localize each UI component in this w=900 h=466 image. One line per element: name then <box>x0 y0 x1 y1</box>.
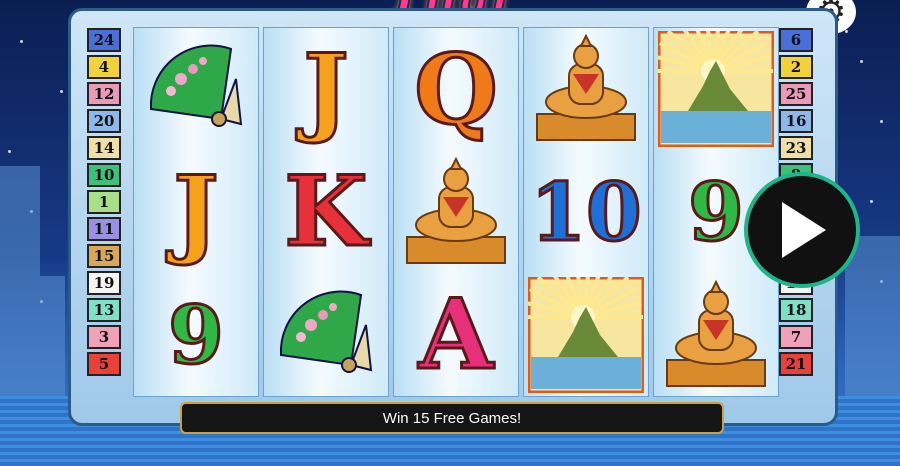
payline-badge-right-10[interactable]: 18 <box>779 298 813 322</box>
payline-badge-left-10[interactable]: 13 <box>87 298 121 322</box>
payline-badge-right-4[interactable]: 23 <box>779 136 813 160</box>
letter-symbol: K <box>268 154 384 270</box>
symbol-label: 9 <box>167 286 226 383</box>
payline-badge-right-0[interactable]: 6 <box>779 28 813 52</box>
symbol-label: Q <box>413 31 500 147</box>
letter-symbol: 10 <box>528 154 644 270</box>
buddha-symbol-icon <box>658 277 774 393</box>
payline-badge-left-5[interactable]: 10 <box>87 163 121 187</box>
payline-badge-right-1[interactable]: 2 <box>779 55 813 79</box>
payline-badge-left-12[interactable]: 5 <box>87 352 121 376</box>
letter-symbol: 9 <box>138 277 254 393</box>
payline-badge-left-3[interactable]: 20 <box>87 109 121 133</box>
payline-badge-left-9[interactable]: 19 <box>87 271 121 295</box>
symbol-label: A <box>417 277 495 393</box>
buddha-symbol-icon <box>528 31 644 147</box>
payline-badge-left-8[interactable]: 15 <box>87 244 121 268</box>
status-message-bar: Win 15 Free Games! <box>180 402 724 434</box>
payline-badge-left-0[interactable]: 24 <box>87 28 121 52</box>
payline-badge-right-3[interactable]: 16 <box>779 109 813 133</box>
letter-symbol: J <box>268 31 384 147</box>
symbol-label: 10 <box>529 163 643 260</box>
payline-badge-left-11[interactable]: 3 <box>87 325 121 349</box>
payline-badge-left-4[interactable]: 14 <box>87 136 121 160</box>
payline-badge-right-2[interactable]: 25 <box>779 82 813 106</box>
temple-sunrise-symbol-icon <box>658 31 774 148</box>
status-message: Win 15 Free Games! <box>382 409 522 427</box>
fan-symbol-icon <box>138 31 254 147</box>
symbol-label: 9 <box>687 163 746 260</box>
symbol-label: J <box>302 31 350 147</box>
payline-badge-left-6[interactable]: 1 <box>87 190 121 214</box>
temple-sunrise-symbol-icon <box>528 276 644 393</box>
fan-symbol-icon <box>268 277 384 393</box>
payline-badge-left-2[interactable]: 12 <box>87 82 121 106</box>
temple-silhouette-left-2 <box>40 276 65 396</box>
temple-silhouette-left <box>0 166 40 396</box>
reel-grid: J9JK Q A 10 9 <box>133 27 779 397</box>
letter-symbol: A <box>398 277 514 393</box>
buddha-symbol-icon <box>398 154 514 270</box>
reel-3: Q A <box>393 27 519 397</box>
payline-column-left: 24 4 12 20 14 10 1 11 15 19 13 3 5 <box>87 28 121 376</box>
temple-silhouette-right <box>845 236 900 396</box>
spin-button[interactable] <box>744 172 860 288</box>
letter-symbol: Q <box>398 31 514 147</box>
payline-badge-left-1[interactable]: 4 <box>87 55 121 79</box>
symbol-label: K <box>283 154 369 270</box>
payline-badge-left-7[interactable]: 11 <box>87 217 121 241</box>
symbol-label: J <box>172 154 220 270</box>
payline-badge-right-11[interactable]: 7 <box>779 325 813 349</box>
reel-2: JK <box>263 27 389 397</box>
reel-4: 10 <box>523 27 649 397</box>
letter-symbol: J <box>138 154 254 270</box>
reel-1: J9 <box>133 27 259 397</box>
play-icon <box>782 202 826 258</box>
payline-badge-right-12[interactable]: 21 <box>779 352 813 376</box>
